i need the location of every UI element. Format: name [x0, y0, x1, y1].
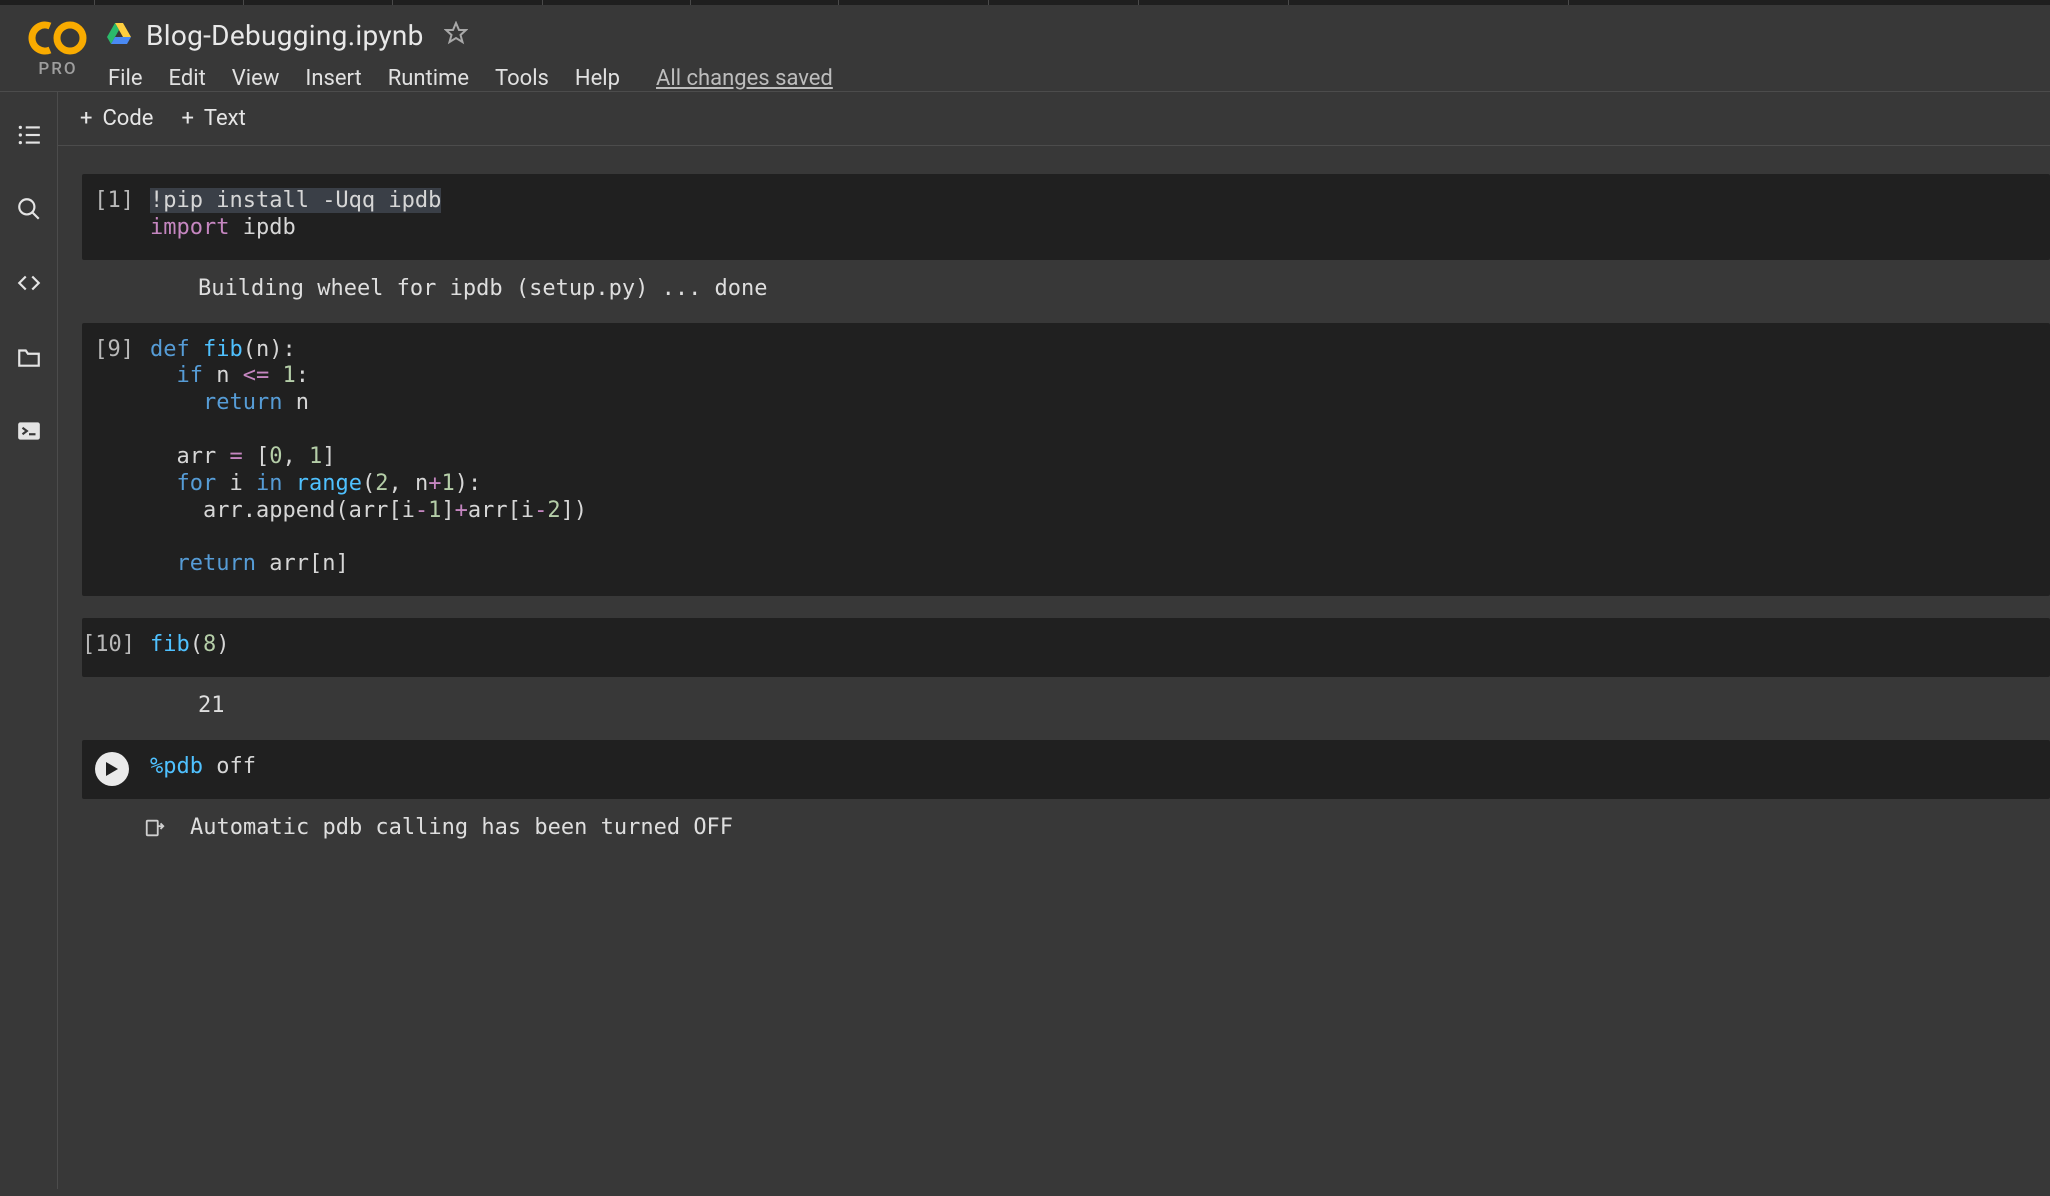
menu-help[interactable]: Help: [575, 66, 620, 91]
code-cell[interactable]: [9]def fib(n): if n <= 1: return n arr =…: [82, 323, 2050, 596]
toc-icon[interactable]: [16, 122, 42, 154]
terminal-icon[interactable]: [16, 418, 42, 450]
output-text: Building wheel for ipdb (setup.py) ... d…: [190, 276, 768, 301]
search-icon[interactable]: [16, 196, 42, 228]
menu-runtime[interactable]: Runtime: [388, 66, 469, 91]
plus-icon: +: [80, 106, 92, 131]
notebook-cell: [10]fib(8) 21: [82, 618, 2050, 718]
code-snippets-icon[interactable]: [16, 270, 42, 302]
cell-toolbar: + Code + Text: [58, 92, 2050, 146]
window-titlebar-strip: [0, 0, 2050, 5]
output-indicator-icon: [128, 815, 182, 840]
code-editor[interactable]: def fib(n): if n <= 1: return n arr = [0…: [142, 333, 607, 586]
left-rail: [0, 91, 58, 1189]
colab-logo-block: PRO: [18, 19, 98, 79]
cell-output: Automatic pdb calling has been turned OF…: [82, 799, 2050, 840]
plus-icon: +: [181, 106, 193, 131]
save-status[interactable]: All changes saved: [656, 66, 833, 91]
main-area: + Code + Text [1]!pip install -Uqq ipdb …: [58, 91, 2050, 1189]
header: PRO Blog-Debugging.ipynb File Edit View …: [0, 5, 2050, 91]
code-editor[interactable]: !pip install -Uqq ipdb import ipdb: [142, 184, 461, 250]
add-code-button[interactable]: + Code: [80, 106, 153, 131]
code-cell[interactable]: [1]!pip install -Uqq ipdb import ipdb: [82, 174, 2050, 260]
pro-label: PRO: [18, 59, 98, 79]
notebook-cell: [9]def fib(n): if n <= 1: return n arr =…: [82, 323, 2050, 596]
execution-count: [1]: [82, 184, 142, 250]
menu-insert[interactable]: Insert: [305, 66, 361, 91]
execution-count: [10]: [82, 628, 142, 667]
code-cell[interactable]: %pdb off: [82, 740, 2050, 799]
menu-file[interactable]: File: [108, 66, 143, 91]
add-text-button[interactable]: + Text: [181, 106, 245, 131]
star-icon[interactable]: [444, 21, 468, 51]
notebook-cell: [1]!pip install -Uqq ipdb import ipdb Bui…: [82, 174, 2050, 301]
run-cell-button[interactable]: [95, 752, 129, 786]
drive-icon: [106, 21, 132, 51]
notebook-title[interactable]: Blog-Debugging.ipynb: [146, 19, 424, 52]
menu-tools[interactable]: Tools: [495, 66, 549, 91]
menubar: File Edit View Insert Runtime Tools Help…: [106, 66, 2050, 91]
colab-logo-icon: [28, 19, 88, 57]
code-cell[interactable]: [10]fib(8): [82, 618, 2050, 677]
notebook-cell: %pdb off Automatic pdb calling has been t…: [82, 740, 2050, 840]
menu-edit[interactable]: Edit: [169, 66, 206, 91]
output-text: Automatic pdb calling has been turned OF…: [182, 815, 733, 840]
cell-output: Building wheel for ipdb (setup.py) ... d…: [82, 260, 2050, 301]
menu-view[interactable]: View: [232, 66, 280, 91]
add-code-label: Code: [102, 106, 153, 131]
cells-container: [1]!pip install -Uqq ipdb import ipdb Bui…: [58, 146, 2050, 1189]
add-text-label: Text: [204, 106, 246, 131]
code-editor[interactable]: fib(8): [142, 628, 250, 667]
code-editor[interactable]: %pdb off: [142, 750, 276, 789]
files-icon[interactable]: [16, 344, 42, 376]
output-text: 21: [190, 693, 225, 718]
execution-count: [9]: [82, 333, 142, 586]
cell-output: 21: [82, 677, 2050, 718]
